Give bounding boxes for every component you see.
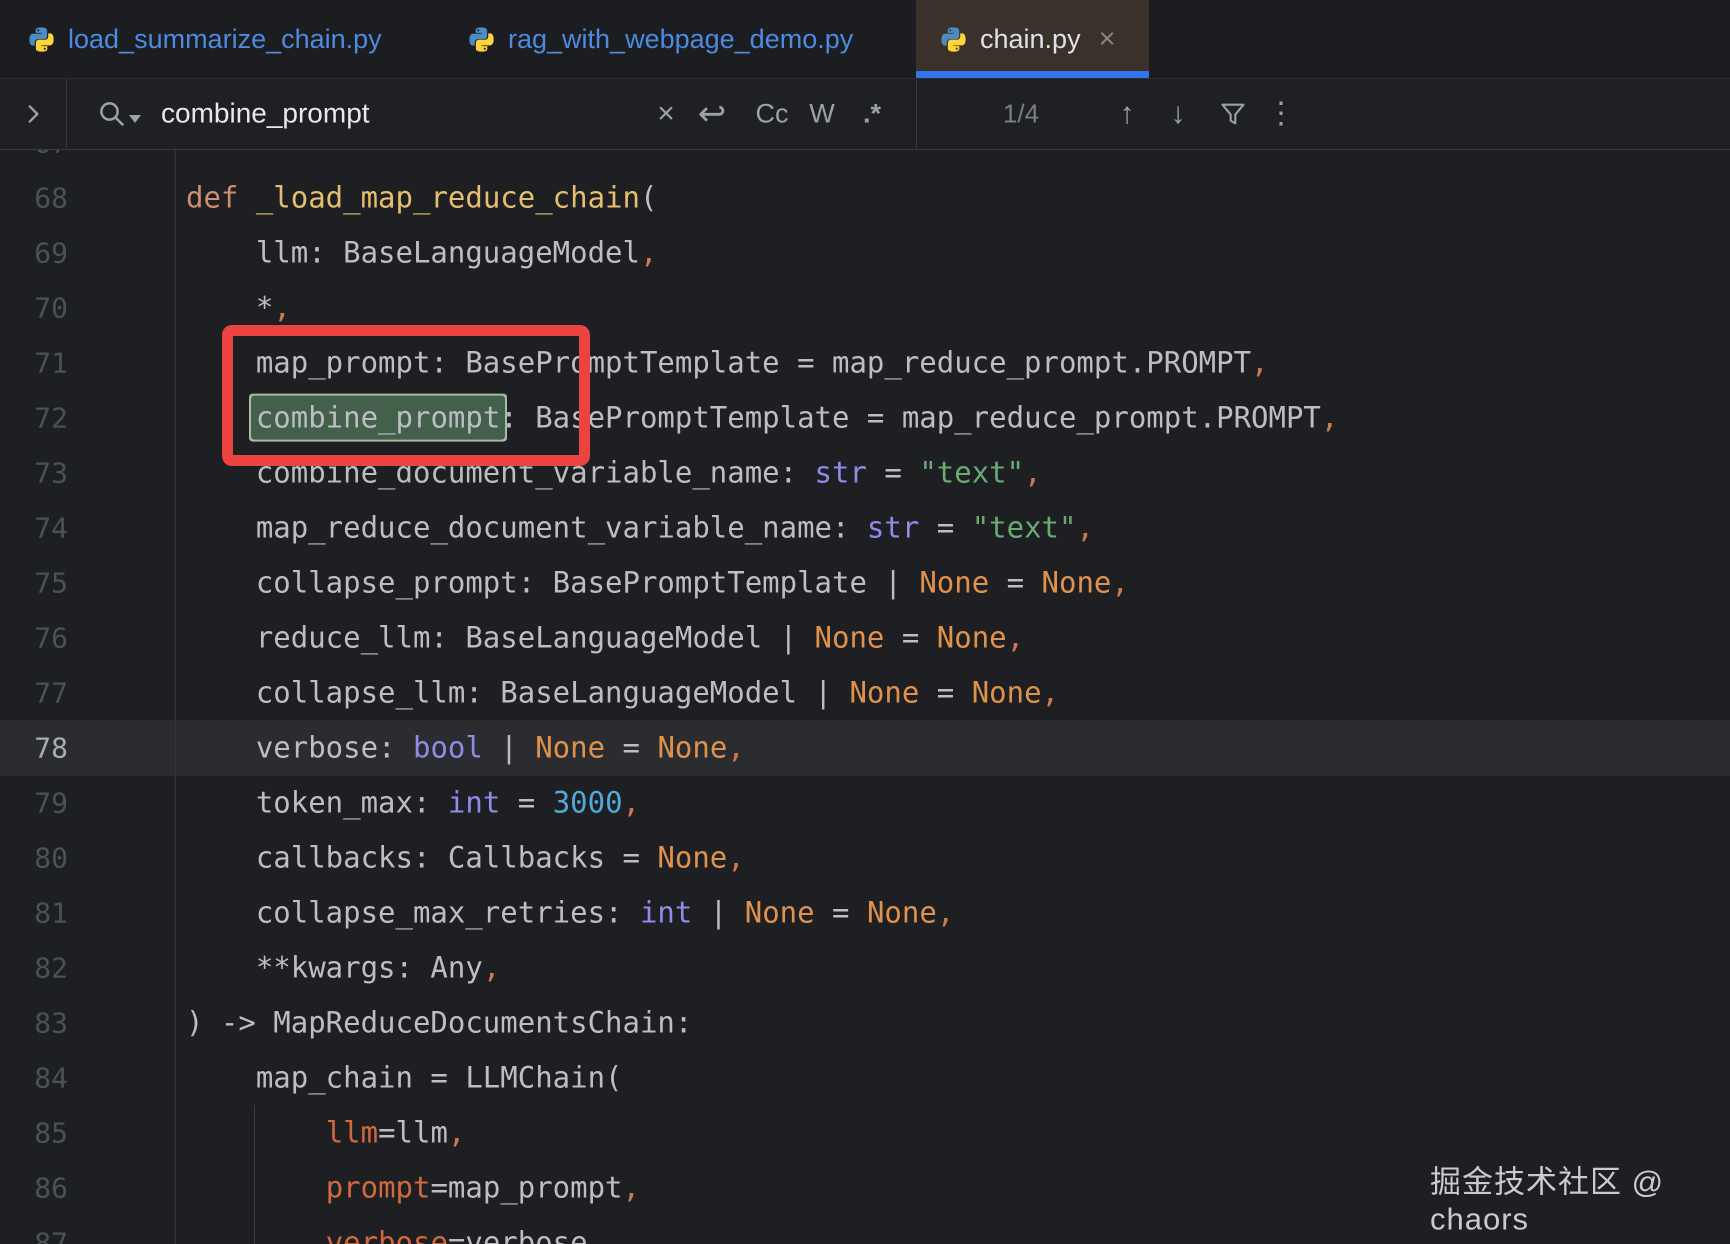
code-line: map_prompt: BasePromptTemplate = map_red… (186, 346, 1269, 381)
line-number: 82 (0, 952, 68, 985)
tab-rag_with_webpage_demo[interactable]: rag_with_webpage_demo.py (428, 0, 890, 78)
clear-search-icon[interactable]: × (657, 99, 675, 129)
whole-words-toggle[interactable]: W (809, 101, 834, 128)
line-number: 72 (0, 402, 68, 435)
tab-label: rag_with_webpage_demo.py (508, 24, 853, 55)
line-number: 81 (0, 897, 68, 930)
search-icon[interactable] (97, 99, 127, 129)
code-line: map_chain = LLMChain( (186, 1061, 623, 1096)
python-file-icon (468, 26, 495, 53)
match-case-toggle[interactable]: Cc (756, 101, 789, 128)
line-number: 67 (0, 150, 68, 160)
search-match-highlight: combine_prompt (256, 401, 500, 435)
search-history-caret-icon[interactable] (129, 115, 141, 123)
tab-bar: load_summarize_chain.py rag_with_webpage_… (0, 0, 1730, 79)
line-number: 75 (0, 567, 68, 600)
line-number: 71 (0, 347, 68, 380)
line-number: 69 (0, 237, 68, 270)
previous-match-icon[interactable]: ↑ (1120, 99, 1135, 129)
line-number: 84 (0, 1062, 68, 1095)
line-number: 86 (0, 1172, 68, 1205)
python-file-icon (940, 26, 967, 53)
code-line: verbose: bool | None = None, (186, 731, 745, 766)
line-number: 87 (0, 1227, 68, 1244)
line-number: 78 (0, 732, 68, 765)
tab-label: chain.py (980, 24, 1081, 55)
line-number: 79 (0, 787, 68, 820)
line-number: 68 (0, 182, 68, 215)
search-input[interactable]: combine_prompt (161, 97, 370, 129)
line-number: 70 (0, 292, 68, 325)
line-number: 80 (0, 842, 68, 875)
code-line: collapse_max_retries: int | None = None, (186, 896, 954, 931)
line-number: 85 (0, 1117, 68, 1150)
line-number: 74 (0, 512, 68, 545)
code-line: **kwargs: Any, (186, 951, 500, 986)
python-file-icon (28, 26, 55, 53)
search-bar: combine_prompt × ↩ Cc W .* 1/4 ↑ ↓ ⋮ (0, 79, 1730, 150)
code-line: collapse_prompt: BasePromptTemplate | No… (186, 566, 1129, 601)
code-line: combine_document_variable_name: str = "t… (186, 456, 1042, 491)
code-line: llm: BaseLanguageModel, (186, 236, 657, 271)
line-number: 73 (0, 457, 68, 490)
regex-toggle[interactable]: .* (863, 101, 881, 128)
code-line: ) -> MapReduceDocumentsChain: (186, 1006, 692, 1041)
code-line: reduce_llm: BaseLanguageModel | None = N… (186, 621, 1024, 656)
code-line: prompt=map_prompt, (186, 1171, 640, 1206)
tab-label: load_summarize_chain.py (68, 24, 382, 55)
code-line: combine_prompt: BasePromptTemplate = map… (186, 401, 1338, 436)
watermark: 掘金技术社区 @ chaors (1430, 1157, 1730, 1238)
match-count: 1/4 (1003, 99, 1039, 130)
code-editor[interactable]: 67 68 def _load_map_reduce_chain( 69 llm: B… (0, 150, 1730, 1244)
code-line: map_reduce_document_variable_name: str =… (186, 511, 1094, 546)
chevron-right-icon (20, 101, 46, 127)
tab-load_summarize_chain[interactable]: load_summarize_chain.py (0, 0, 428, 78)
code-line: llm=llm, (186, 1116, 465, 1151)
line-number: 83 (0, 1007, 68, 1040)
code-line: token_max: int = 3000, (186, 786, 640, 821)
code-line: def _load_map_reduce_chain( (186, 181, 657, 216)
filter-icon[interactable] (1219, 100, 1247, 128)
active-tab-underline (916, 71, 1149, 78)
search-expand-toggle[interactable] (0, 79, 67, 149)
gutter-divider (175, 150, 176, 1244)
tab-chain[interactable]: chain.py × (916, 0, 1149, 78)
code-line: collapse_llm: BaseLanguageModel | None =… (186, 676, 1059, 711)
newline-icon[interactable]: ↩ (698, 97, 727, 131)
more-options-icon[interactable]: ⋮ (1266, 99, 1296, 129)
code-line: verbose=verbose, (186, 1226, 605, 1244)
line-number: 76 (0, 622, 68, 655)
tab-close-icon[interactable]: × (1099, 25, 1116, 54)
search-bar-divider (916, 79, 917, 149)
next-match-icon[interactable]: ↓ (1171, 99, 1186, 129)
line-number: 77 (0, 677, 68, 710)
code-line: *, (186, 291, 291, 326)
code-line: callbacks: Callbacks = None, (186, 841, 745, 876)
